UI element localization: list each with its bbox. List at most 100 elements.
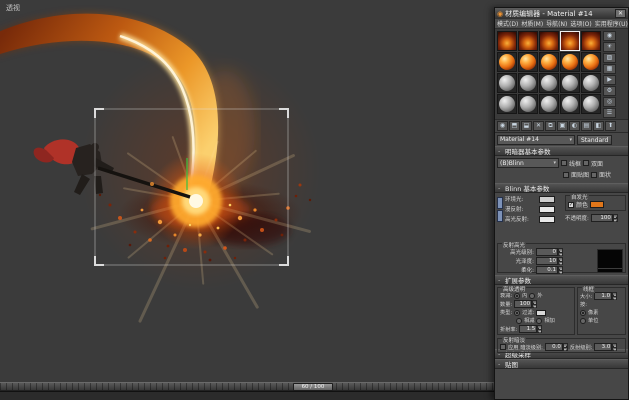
material-slot[interactable] bbox=[518, 73, 538, 93]
menu-utilities[interactable]: 实用程序(U) bbox=[595, 19, 628, 28]
show-in-viewport-icon[interactable]: ▤ bbox=[581, 121, 592, 131]
material-slot[interactable] bbox=[539, 94, 559, 114]
specular-color-swatch[interactable] bbox=[539, 215, 555, 223]
size-value[interactable]: 1.0 bbox=[594, 292, 613, 300]
close-button[interactable]: ✕ bbox=[615, 9, 626, 18]
menu-mode[interactable]: 模式(D) bbox=[497, 19, 518, 28]
rollout-maps[interactable]: - 贴图 bbox=[495, 359, 628, 369]
soften-spinner[interactable]: 0.1 bbox=[536, 266, 563, 274]
material-id-icon[interactable]: ◐ bbox=[569, 121, 580, 131]
face-map-checkbox[interactable] bbox=[563, 171, 569, 178]
filter-color-swatch[interactable] bbox=[536, 309, 547, 316]
specular-level-value[interactable]: 0 bbox=[536, 248, 558, 256]
refl-level-value[interactable]: 3.0 bbox=[594, 343, 613, 351]
ambient-color-swatch[interactable] bbox=[539, 195, 555, 203]
falloff-in-radio[interactable] bbox=[514, 292, 521, 299]
lock-ambient-diffuse-icon[interactable] bbox=[497, 197, 503, 209]
type-label: 类型: bbox=[500, 310, 513, 316]
filter-label: 过滤: bbox=[522, 310, 535, 316]
highlight-curve-preview bbox=[597, 249, 623, 273]
menu-options[interactable]: 选项(O) bbox=[570, 19, 591, 28]
background-icon[interactable]: ▨ bbox=[603, 53, 616, 63]
material-navigator-icon[interactable]: ☰ bbox=[603, 108, 616, 118]
viewport-label[interactable]: 透视 bbox=[6, 3, 20, 13]
amount-value[interactable]: 100 bbox=[514, 300, 533, 308]
get-material-icon[interactable]: ◉ bbox=[497, 121, 508, 131]
material-slot[interactable] bbox=[560, 94, 580, 114]
material-slot[interactable] bbox=[560, 52, 580, 72]
go-to-parent-icon[interactable]: ⬆ bbox=[605, 121, 616, 131]
material-slot[interactable] bbox=[497, 73, 517, 93]
material-name-dropdown[interactable]: Material #14 ▾ bbox=[497, 134, 575, 145]
put-to-library-icon[interactable]: ▣ bbox=[557, 121, 568, 131]
filter-radio[interactable] bbox=[514, 309, 521, 316]
material-slot[interactable] bbox=[560, 73, 580, 93]
dim-level-spinner[interactable]: 0.0 bbox=[544, 343, 568, 351]
options-icon[interactable]: ⚙ bbox=[603, 86, 616, 96]
pixels-radio[interactable] bbox=[580, 309, 586, 316]
material-type-button[interactable]: Standard bbox=[577, 134, 613, 145]
apply-checkbox[interactable] bbox=[500, 344, 506, 350]
amount-spinner[interactable]: 100 bbox=[514, 300, 538, 308]
wire-group-title: 线框 bbox=[582, 285, 596, 293]
rollout-blinn-basic[interactable]: - Blinn 基本参数 bbox=[495, 183, 628, 193]
ior-value[interactable]: 1.5 bbox=[519, 325, 538, 333]
diffuse-color-swatch[interactable] bbox=[539, 205, 555, 213]
material-slot-active[interactable] bbox=[560, 31, 580, 51]
material-slot[interactable] bbox=[581, 73, 601, 93]
units-radio[interactable] bbox=[580, 317, 586, 324]
glossiness-value[interactable]: 10 bbox=[536, 257, 558, 265]
reset-map-icon[interactable]: ✕ bbox=[533, 121, 544, 131]
material-slot[interactable] bbox=[518, 52, 538, 72]
shader-type-dropdown[interactable]: (B)Blinn ▾ bbox=[497, 158, 559, 168]
select-by-material-icon[interactable]: ◎ bbox=[603, 97, 616, 107]
falloff-out-radio[interactable] bbox=[529, 292, 536, 299]
falloff-out-label: 外 bbox=[537, 293, 543, 299]
material-slot[interactable] bbox=[539, 73, 559, 93]
material-slot[interactable] bbox=[518, 31, 538, 51]
opacity-value[interactable]: 100 bbox=[590, 214, 613, 222]
ior-spinner[interactable]: 1.5 bbox=[519, 325, 543, 333]
material-editor-titlebar[interactable]: ◉ 材质编辑器 - Material #14 ✕ bbox=[495, 8, 628, 19]
material-slot[interactable] bbox=[518, 94, 538, 114]
material-name-row: Material #14 ▾ Standard bbox=[495, 133, 628, 146]
self-illum-color-checkbox[interactable]: ✓ bbox=[568, 201, 574, 208]
material-slot[interactable] bbox=[581, 52, 601, 72]
specular-level-label: 高光级别: bbox=[510, 250, 534, 256]
refl-level-spinner[interactable]: 3.0 bbox=[594, 343, 618, 351]
material-slot[interactable] bbox=[539, 31, 559, 51]
make-copy-icon[interactable]: ⧉ bbox=[545, 121, 556, 131]
self-illum-color-swatch[interactable] bbox=[590, 201, 605, 208]
assign-material-icon[interactable]: ⬓ bbox=[521, 121, 532, 131]
dim-level-value[interactable]: 0.0 bbox=[544, 343, 563, 351]
material-slot[interactable] bbox=[497, 94, 517, 114]
sample-type-icon[interactable]: ◉ bbox=[603, 31, 616, 41]
sample-uv-tiling-icon[interactable]: ▦ bbox=[603, 64, 616, 74]
amount-label: 数量: bbox=[500, 301, 513, 308]
size-spinner[interactable]: 1.0 bbox=[594, 292, 618, 300]
put-to-scene-icon[interactable]: ⬒ bbox=[509, 121, 520, 131]
menu-material[interactable]: 材质(M) bbox=[521, 19, 543, 28]
subtractive-radio[interactable] bbox=[516, 317, 522, 324]
material-slot[interactable] bbox=[497, 52, 517, 72]
opacity-spinner[interactable]: 100 bbox=[590, 214, 618, 222]
two-sided-checkbox[interactable] bbox=[583, 160, 590, 166]
additive-radio[interactable] bbox=[536, 317, 543, 324]
material-slot[interactable] bbox=[497, 31, 517, 51]
lock-diffuse-specular-icon[interactable] bbox=[497, 210, 503, 222]
material-slot[interactable] bbox=[581, 94, 601, 114]
wire-checkbox[interactable] bbox=[561, 160, 567, 166]
menu-navigation[interactable]: 导航(N) bbox=[546, 19, 567, 28]
glossiness-spinner[interactable]: 10 bbox=[536, 257, 563, 265]
material-slot[interactable] bbox=[539, 52, 559, 72]
show-end-result-icon[interactable]: ◧ bbox=[593, 121, 604, 131]
time-slider-handle[interactable]: 60 / 100 bbox=[293, 383, 333, 391]
rollout-shader-basic[interactable]: - 明暗器基本参数 bbox=[495, 146, 628, 156]
video-color-check-icon[interactable]: ▶ bbox=[603, 75, 616, 85]
faceted-checkbox[interactable] bbox=[591, 171, 598, 178]
rollout-extended[interactable]: - 扩展参数 bbox=[495, 275, 628, 285]
material-slot[interactable] bbox=[581, 31, 601, 51]
backlight-icon[interactable]: ☀ bbox=[603, 42, 616, 52]
specular-level-spinner[interactable]: 0 bbox=[536, 248, 563, 256]
soften-value[interactable]: 0.1 bbox=[536, 266, 558, 274]
